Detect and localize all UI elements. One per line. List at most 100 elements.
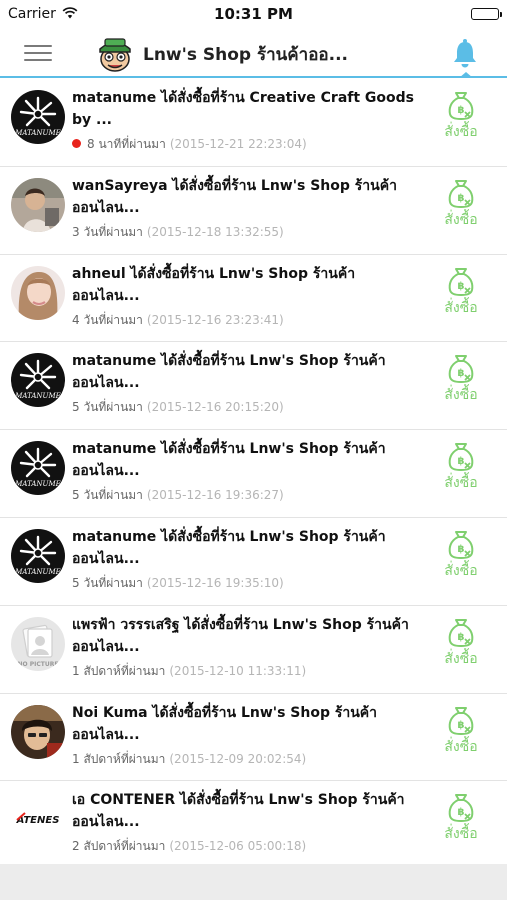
- order-action-label: สั่งซื้อ: [444, 475, 478, 492]
- order-action-button[interactable]: ฿ สั่งซื้อ: [436, 177, 486, 243]
- notification-message: matanume ได้สั่งซื้อที่ร้าน Lnw's Shop ร…: [72, 526, 417, 570]
- notification-message: matanume ได้สั่งซื้อที่ร้าน Lnw's Shop ร…: [72, 438, 417, 482]
- notification-message: Noi Kuma ได้สั่งซื้อที่ร้าน Lnw's Shop ร…: [72, 702, 417, 746]
- order-bag-icon: ฿: [436, 616, 486, 648]
- notification-message-text: matanume ได้สั่งซื้อที่ร้าน Lnw's Shop ร…: [72, 441, 386, 480]
- svg-text:MATANUME: MATANUME: [14, 480, 60, 488]
- timestamp: (2015-12-16 23:23:41): [146, 312, 284, 327]
- relative-time: 4 วันที่ผ่านมา: [72, 312, 143, 327]
- svg-text:NO PICTURE: NO PICTURE: [18, 661, 59, 668]
- matanume-logo-avatar: MATANUME: [11, 353, 65, 408]
- notification-row-7[interactable]: NO PICTURE แพรฟ้า วรรรเสริฐ ได้สั่งซื้อท…: [0, 605, 507, 694]
- order-bag-icon: ฿: [436, 791, 486, 823]
- relative-time: 5 วันที่ผ่านมา: [72, 575, 143, 590]
- order-bag-icon: ฿: [436, 440, 486, 472]
- list-footer-background: [0, 864, 507, 900]
- timestamp: (2015-12-16 19:36:27): [146, 488, 284, 503]
- notification-message: wanSayreya ได้สั่งซื้อที่ร้าน Lnw's Shop…: [72, 175, 417, 219]
- order-bag-icon: ฿: [436, 177, 486, 209]
- notification-list: MATANUME matanume ได้สั่งซื้อที่ร้าน Cre…: [0, 79, 507, 870]
- order-action-button[interactable]: ฿ สั่งซื้อ: [436, 791, 486, 857]
- notification-time: 3 วันที่ผ่านมา (2015-12-18 13:32:55): [72, 223, 284, 242]
- timestamp: (2015-12-06 05:00:18): [169, 839, 307, 854]
- svg-text:฿: ฿: [458, 193, 465, 204]
- notification-message-text: ahneul ได้สั่งซื้อที่ร้าน Lnw's Shop ร้า…: [72, 265, 356, 304]
- notification-time: 1 สัปดาห์ที่ผ่านมา (2015-12-09 20:02:54): [72, 750, 306, 769]
- notification-time: 5 วันที่ผ่านมา (2015-12-16 19:36:27): [72, 486, 284, 505]
- order-bag-icon: ฿: [436, 89, 486, 121]
- notification-time: 2 สัปดาห์ที่ผ่านมา (2015-12-06 05:00:18): [72, 837, 306, 856]
- svg-text:฿: ฿: [458, 368, 465, 379]
- notification-row-6[interactable]: MATANUME matanume ได้สั่งซื้อที่ร้าน Lnw…: [0, 517, 507, 606]
- notification-time: 4 วันที่ผ่านมา (2015-12-16 23:23:41): [72, 311, 284, 330]
- svg-text:MATANUME: MATANUME: [14, 392, 60, 400]
- relative-time: 2 สัปดาห์ที่ผ่านมา: [72, 839, 166, 854]
- notification-time: 5 วันที่ผ่านมา (2015-12-16 20:15:20): [72, 398, 284, 417]
- order-action-button[interactable]: ฿ สั่งซื้อ: [436, 440, 486, 506]
- matanume-logo-avatar: MATANUME: [11, 528, 65, 583]
- notification-time: 1 สัปดาห์ที่ผ่านมา (2015-12-10 11:33:11): [72, 662, 306, 681]
- notification-row-4[interactable]: MATANUME matanume ได้สั่งซื้อที่ร้าน Lnw…: [0, 342, 507, 431]
- svg-text:฿: ฿: [458, 632, 465, 643]
- ahneul-photo-avatar: [11, 265, 65, 320]
- active-tab-indicator: [459, 72, 473, 78]
- order-action-button[interactable]: ฿ สั่งซื้อ: [436, 528, 486, 594]
- order-action-label: สั่งซื้อ: [444, 826, 478, 843]
- notification-message-text: แพรฟ้า วรรรเสริฐ ได้สั่งซื้อที่ร้าน Lnw'…: [72, 616, 409, 655]
- order-bag-icon: ฿: [436, 265, 486, 297]
- order-action-label: สั่งซื้อ: [444, 738, 478, 755]
- order-action-label: สั่งซื้อ: [444, 387, 478, 404]
- relative-time: 3 วันที่ผ่านมา: [72, 224, 143, 239]
- menu-icon[interactable]: [24, 44, 52, 62]
- order-action-label: สั่งซื้อ: [444, 299, 478, 316]
- timestamp: (2015-12-16 20:15:20): [146, 400, 284, 415]
- no-picture-avatar: NO PICTURE: [11, 616, 65, 671]
- order-bag-icon: ฿: [436, 528, 486, 560]
- timestamp: (2015-12-21 22:23:04): [169, 137, 307, 151]
- wansayreya-photo-avatar: [11, 177, 65, 232]
- order-action-button[interactable]: ฿ สั่งซื้อ: [436, 704, 486, 770]
- relative-time: 1 สัปดาห์ที่ผ่านมา: [72, 663, 166, 678]
- timestamp: (2015-12-16 19:35:10): [146, 575, 284, 590]
- notification-message-text: Noi Kuma ได้สั่งซื้อที่ร้าน Lnw's Shop ร…: [72, 704, 378, 743]
- relative-time: 5 วันที่ผ่านมา: [72, 488, 143, 503]
- notification-message-text: matanume ได้สั่งซื้อที่ร้าน Creative Cra…: [72, 90, 415, 128]
- svg-text:฿: ฿: [458, 544, 465, 555]
- order-action-button[interactable]: ฿ สั่งซื้อ: [436, 352, 486, 418]
- notification-message-text: matanume ได้สั่งซื้อที่ร้าน Lnw's Shop ร…: [72, 528, 386, 567]
- notification-row-5[interactable]: MATANUME matanume ได้สั่งซื้อที่ร้าน Lnw…: [0, 430, 507, 518]
- order-action-label: สั่งซื้อ: [444, 562, 478, 579]
- notification-message-text: เอ CONTENER ได้สั่งซื้อที่ร้าน Lnw's Sho…: [72, 792, 405, 831]
- notification-row-8[interactable]: Noi Kuma ได้สั่งซื้อที่ร้าน Lnw's Shop ร…: [0, 693, 507, 782]
- notification-row-9[interactable]: ATENES เอ CONTENER ได้สั่งซื้อที่ร้าน Ln…: [0, 781, 507, 870]
- notification-time: 8 นาทีที่ผ่านมา (2015-12-21 22:23:04): [72, 135, 307, 154]
- svg-text:฿: ฿: [458, 807, 465, 818]
- status-bar: Carrier 10:31 PM: [0, 0, 507, 28]
- matanume-logo-avatar: MATANUME: [11, 441, 65, 496]
- svg-text:฿: ฿: [458, 105, 465, 116]
- notification-message-text: wanSayreya ได้สั่งซื้อที่ร้าน Lnw's Shop…: [72, 177, 397, 216]
- notification-message: เอ CONTENER ได้สั่งซื้อที่ร้าน Lnw's Sho…: [72, 789, 417, 833]
- order-action-button[interactable]: ฿ สั่งซื้อ: [436, 265, 486, 331]
- notification-row-3[interactable]: ahneul ได้สั่งซื้อที่ร้าน Lnw's Shop ร้า…: [0, 254, 507, 343]
- page-title: Lnw's Shop ร้านค้าออ...: [143, 45, 349, 65]
- notification-row-2[interactable]: wanSayreya ได้สั่งซื้อที่ร้าน Lnw's Shop…: [0, 166, 507, 255]
- svg-text:฿: ฿: [458, 281, 465, 292]
- order-action-button[interactable]: ฿ สั่งซื้อ: [436, 616, 486, 682]
- noi-kuma-photo-avatar: [11, 704, 65, 759]
- order-bag-icon: ฿: [436, 704, 486, 736]
- bell-icon[interactable]: [452, 38, 478, 68]
- order-action-label: สั่งซื้อ: [444, 650, 478, 667]
- order-action-label: สั่งซื้อ: [444, 124, 478, 140]
- battery-icon: [471, 8, 502, 20]
- svg-text:฿: ฿: [458, 720, 465, 731]
- order-bag-icon: ฿: [436, 352, 486, 384]
- notification-row-1[interactable]: MATANUME matanume ได้สั่งซื้อที่ร้าน Cre…: [0, 79, 507, 167]
- order-action-button[interactable]: ฿ สั่งซื้อ: [436, 89, 486, 155]
- timestamp: (2015-12-10 11:33:11): [169, 663, 307, 678]
- timestamp: (2015-12-18 13:32:55): [146, 224, 284, 239]
- notification-message: matanume ได้สั่งซื้อที่ร้าน Lnw's Shop ร…: [72, 350, 417, 394]
- notification-message: แพรฟ้า วรรรเสริฐ ได้สั่งซื้อที่ร้าน Lnw'…: [72, 614, 417, 658]
- notification-message: matanume ได้สั่งซื้อที่ร้าน Creative Cra…: [72, 87, 417, 131]
- relative-time: 1 สัปดาห์ที่ผ่านมา: [72, 751, 166, 766]
